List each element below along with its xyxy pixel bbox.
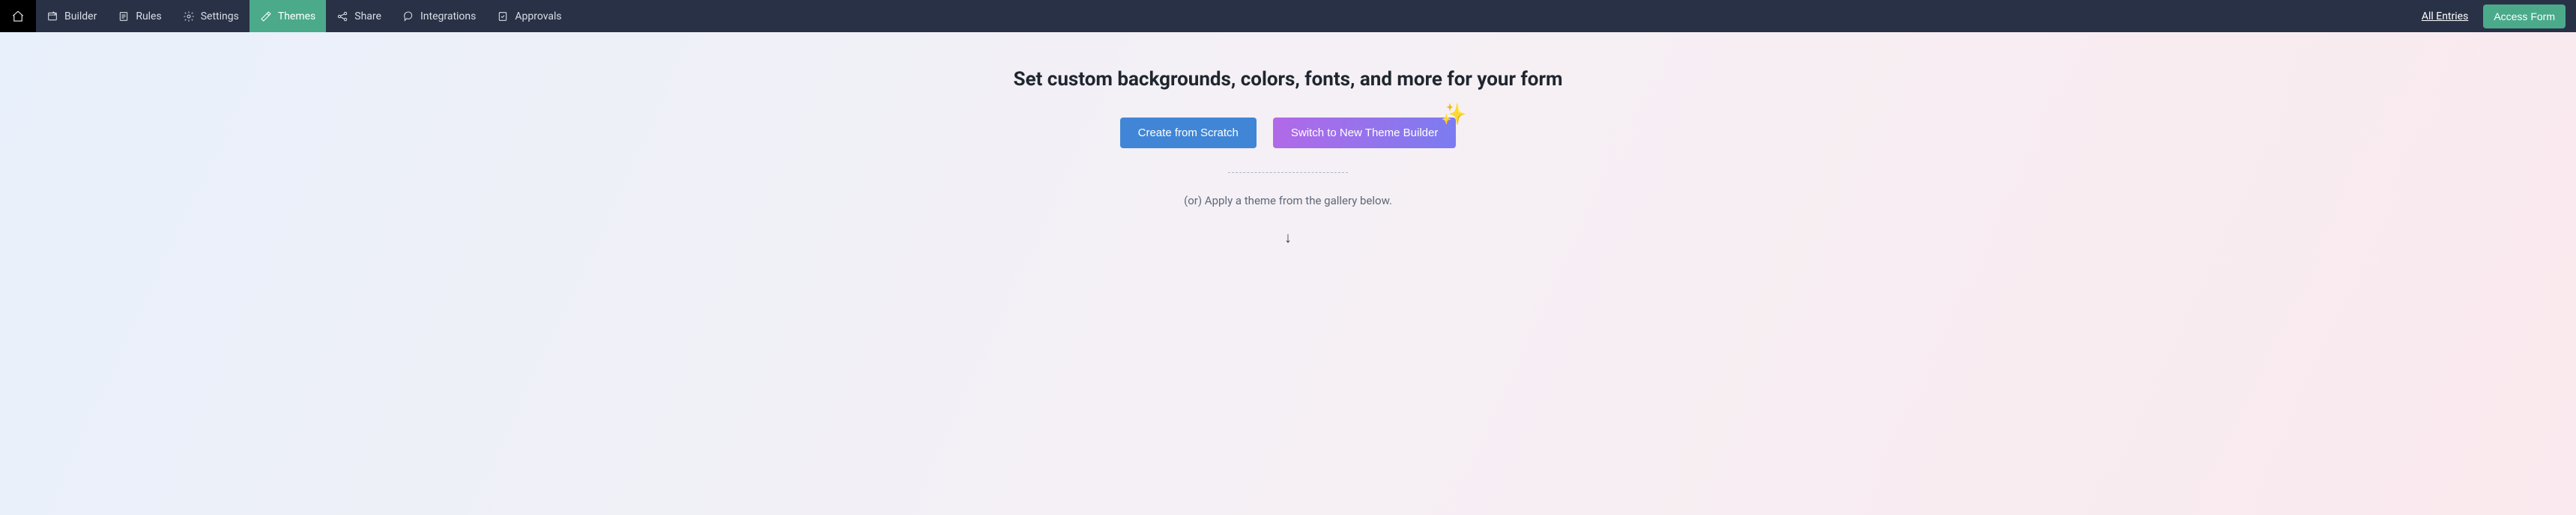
nav-settings[interactable]: Settings bbox=[172, 0, 250, 32]
nav-label: Share bbox=[354, 10, 381, 22]
nav-themes[interactable]: Themes bbox=[250, 0, 326, 32]
sparkle-icon: ✨ bbox=[1440, 104, 1466, 125]
nav-approvals[interactable]: Approvals bbox=[486, 0, 572, 32]
main-content: Set custom backgrounds, colors, fonts, a… bbox=[0, 32, 2576, 247]
access-form-button[interactable]: Access Form bbox=[2483, 4, 2566, 28]
nav-label: Themes bbox=[278, 10, 315, 22]
nav-tabs: Builder Rules Settings Themes Share Inte… bbox=[36, 0, 572, 32]
all-entries-link[interactable]: All Entries bbox=[2422, 10, 2468, 22]
approvals-icon bbox=[497, 10, 509, 22]
nav-spacer bbox=[572, 0, 2422, 32]
switch-theme-builder-button[interactable]: Switch to New Theme Builder ✨ bbox=[1273, 118, 1456, 148]
top-navigation: Builder Rules Settings Themes Share Inte… bbox=[0, 0, 2576, 32]
builder-icon bbox=[46, 10, 58, 22]
divider bbox=[1228, 172, 1348, 173]
nav-builder[interactable]: Builder bbox=[36, 0, 107, 32]
nav-rules[interactable]: Rules bbox=[107, 0, 172, 32]
page-headline: Set custom backgrounds, colors, fonts, a… bbox=[0, 68, 2576, 91]
nav-label: Settings bbox=[201, 10, 239, 22]
nav-integrations[interactable]: Integrations bbox=[392, 0, 486, 32]
integrations-icon bbox=[402, 10, 414, 22]
share-icon bbox=[336, 10, 348, 22]
arrow-down-icon: ↓ bbox=[0, 228, 2576, 247]
home-icon bbox=[11, 10, 25, 23]
action-buttons: Create from Scratch Switch to New Theme … bbox=[0, 118, 2576, 148]
nav-share[interactable]: Share bbox=[326, 0, 392, 32]
nav-label: Rules bbox=[136, 10, 161, 22]
gear-icon bbox=[183, 10, 195, 22]
nav-label: Approvals bbox=[515, 10, 561, 22]
home-button[interactable] bbox=[0, 0, 36, 32]
button-label: Switch to New Theme Builder bbox=[1291, 127, 1438, 139]
themes-icon bbox=[260, 10, 272, 22]
create-from-scratch-button[interactable]: Create from Scratch bbox=[1120, 118, 1257, 148]
nav-right: All Entries Access Form bbox=[2422, 0, 2576, 32]
nav-label: Integrations bbox=[420, 10, 476, 22]
nav-label: Builder bbox=[64, 10, 97, 22]
gallery-subtext: (or) Apply a theme from the gallery belo… bbox=[0, 194, 2576, 207]
rules-icon bbox=[118, 10, 130, 22]
